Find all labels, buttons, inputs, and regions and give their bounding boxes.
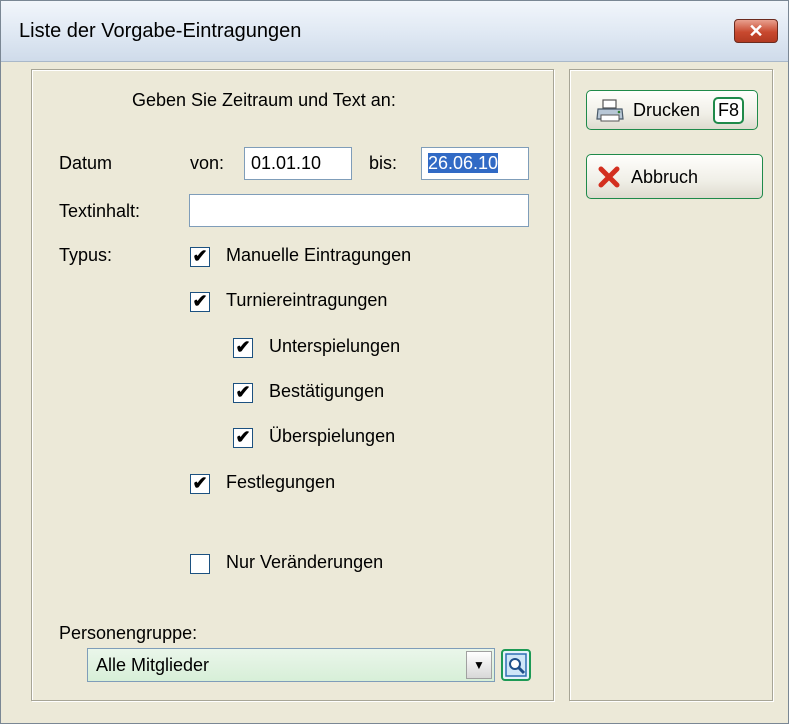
- check-mark-icon: ✔: [192, 246, 208, 266]
- von-date-value: 01.01.10: [251, 153, 322, 173]
- checkbox-festlegungen[interactable]: ✔: [190, 473, 210, 494]
- check-mark-icon: ✔: [235, 337, 251, 357]
- bis-label: bis:: [369, 153, 398, 173]
- bis-date-field[interactable]: 26.06.10: [421, 147, 529, 180]
- von-label: von:: [190, 153, 225, 173]
- von-date-field[interactable]: 01.01.10: [244, 147, 352, 180]
- datum-label: Datum: [59, 153, 113, 173]
- typus-label: Typus:: [59, 245, 113, 265]
- bis-date-value: 26.06.10: [428, 153, 499, 173]
- checkbox-label-bestaetigungen: Bestätigungen: [269, 381, 385, 401]
- check-mark-icon: ✔: [235, 427, 251, 447]
- checkbox-label-festlegungen: Festlegungen: [226, 472, 336, 492]
- checkbox-label-nur-veraenderungen: Nur Veränderungen: [226, 552, 384, 572]
- textinhalt-label: Textinhalt:: [59, 201, 141, 221]
- cancel-x-icon: [598, 166, 620, 188]
- dropdown-arrow-button[interactable]: ▼: [466, 651, 492, 679]
- abbruch-label: Abbruch: [631, 167, 699, 187]
- group-search-button[interactable]: [501, 649, 531, 681]
- checkbox-label-unterspielungen: Unterspielungen: [269, 336, 401, 356]
- form-heading: Geben Sie Zeitraum und Text an:: [132, 90, 396, 110]
- dialog-window: Liste der Vorgabe-Eintragungen ✕ Geben S…: [0, 0, 789, 724]
- window-title: Liste der Vorgabe-Eintragungen: [19, 20, 302, 42]
- checkbox-label-ueberspielungen: Überspielungen: [269, 426, 396, 446]
- close-icon: ✕: [748, 21, 764, 41]
- printer-icon: [596, 99, 624, 122]
- checkbox-bestaetigungen[interactable]: ✔: [233, 382, 253, 403]
- magnifier-icon: [505, 653, 527, 677]
- abbruch-button[interactable]: Abbruch: [586, 154, 763, 199]
- checkbox-unterspielungen[interactable]: ✔: [233, 337, 253, 358]
- checkbox-manuelle-eintragungen[interactable]: ✔: [190, 246, 210, 267]
- drucken-button[interactable]: Drucken F8: [586, 90, 758, 130]
- f8-key-badge: F8: [713, 97, 745, 124]
- checkbox-label-manuelle: Manuelle Eintragungen: [226, 245, 412, 265]
- personengruppe-value: Alle Mitglieder: [96, 655, 210, 675]
- check-mark-icon: ✔: [192, 473, 208, 493]
- close-button[interactable]: ✕: [734, 19, 778, 43]
- textinhalt-input[interactable]: [189, 194, 529, 227]
- chevron-down-icon: ▼: [473, 658, 485, 672]
- checkbox-turniereintragungen[interactable]: ✔: [190, 291, 210, 312]
- checkbox-ueberspielungen[interactable]: ✔: [233, 427, 253, 448]
- personengruppe-select[interactable]: Alle Mitglieder ▼: [87, 648, 495, 682]
- check-mark-icon: ✔: [235, 382, 251, 402]
- check-mark-icon: ✔: [192, 291, 208, 311]
- checkbox-nur-veraenderungen[interactable]: [190, 554, 210, 574]
- personengruppe-label: Personengruppe:: [59, 623, 198, 643]
- checkbox-label-turnier: Turniereintragungen: [226, 290, 388, 310]
- drucken-label: Drucken: [633, 100, 701, 120]
- title-bar[interactable]: Liste der Vorgabe-Eintragungen ✕: [1, 1, 788, 62]
